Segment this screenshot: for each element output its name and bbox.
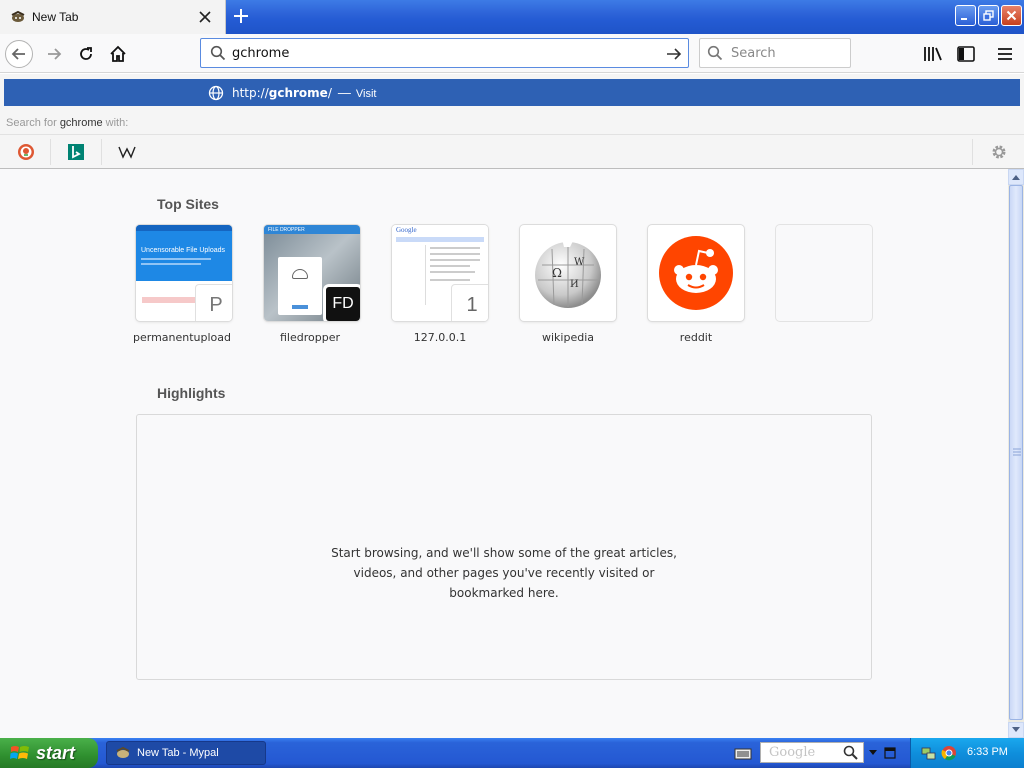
highlights-message: Start browsing, and we'll show some of t…	[137, 543, 871, 603]
suggestion-separator: —	[337, 85, 351, 100]
site-header: FILE DROPPER	[268, 227, 305, 233]
bing-icon[interactable]	[65, 141, 87, 163]
library-icon[interactable]	[922, 44, 944, 64]
top-site-label[interactable]: 127.0.0.1	[380, 331, 500, 344]
taskbar-item-label: New Tab - Mypal	[137, 747, 219, 759]
taskbar-search-text: Google	[769, 745, 816, 760]
home-button[interactable]	[104, 40, 132, 68]
one-off-search-engines	[0, 134, 1024, 168]
scroll-down-arrow-icon[interactable]	[1008, 722, 1024, 738]
url-autocomplete-popup: http://gchrome/ — Visit Search for gchro…	[0, 74, 1024, 169]
restore-icon[interactable]	[884, 747, 896, 759]
magnifier-icon[interactable]	[843, 745, 859, 761]
highlights-heading: Highlights	[157, 385, 226, 401]
scrollbar-thumb[interactable]	[1009, 185, 1023, 720]
forward-button[interactable]	[40, 40, 68, 68]
start-label: start	[36, 742, 76, 763]
highlights-message-line: bookmarked here.	[449, 586, 559, 600]
suggestion-url: http://gchrome/	[232, 85, 332, 100]
site-screenshot: Uncensorable File Uploads	[136, 225, 232, 281]
mypal-icon	[10, 9, 26, 25]
reload-button[interactable]	[72, 40, 100, 68]
site-headline: Uncensorable File Uploads	[141, 247, 226, 254]
tab-title: New Tab	[32, 10, 79, 24]
wikipedia-icon[interactable]	[116, 141, 138, 163]
empty-top-site-tile[interactable]	[776, 225, 872, 321]
top-site-label[interactable]: reddit	[636, 331, 756, 344]
search-bar[interactable]	[699, 38, 851, 68]
gear-icon[interactable]	[988, 141, 1010, 163]
globe-icon	[208, 85, 224, 100]
search-icon	[707, 45, 723, 61]
close-icon[interactable]	[197, 9, 213, 25]
dropdown-arrow-icon[interactable]	[868, 747, 878, 757]
chrome-icon[interactable]	[941, 745, 957, 761]
search-icon	[210, 45, 226, 61]
minimize-icon[interactable]	[955, 5, 976, 26]
keyboard-icon[interactable]	[734, 745, 752, 761]
suggestion-action: Visit	[355, 87, 377, 100]
top-site-label[interactable]: permanentupload	[122, 331, 242, 344]
divider	[972, 139, 973, 165]
sidebar-icon[interactable]	[955, 44, 977, 64]
top-site-tile[interactable]	[648, 225, 744, 321]
title-bar: New Tab	[0, 0, 1024, 34]
windows-logo-icon	[10, 746, 29, 759]
top-site-label[interactable]: wikipedia	[508, 331, 628, 344]
go-arrow-icon[interactable]	[665, 45, 683, 63]
top-site-tile[interactable]: Google 1	[392, 225, 488, 321]
scroll-up-arrow-icon[interactable]	[1008, 169, 1024, 185]
top-site-label[interactable]: filedropper	[250, 331, 370, 344]
top-site-tile[interactable]: FILE DROPPER FD	[264, 225, 360, 321]
vertical-scrollbar[interactable]	[1008, 169, 1024, 738]
search-for-label: Search for gchrome with:	[6, 117, 129, 129]
navigation-toolbar	[0, 34, 1024, 73]
restore-icon[interactable]	[978, 5, 999, 26]
plus-icon[interactable]	[230, 5, 252, 27]
clock: 6:33 PM	[967, 746, 1008, 758]
system-tray: 6:33 PM	[910, 738, 1024, 768]
windows-taskbar: start New Tab - Mypal Google 6:33 PM	[0, 738, 1024, 768]
start-button[interactable]: start	[0, 738, 98, 768]
top-sites-heading: Top Sites	[157, 196, 219, 212]
svg-text:Ω: Ω	[552, 266, 562, 280]
top-site-tile[interactable]: Uncensorable File Uploads P	[136, 225, 232, 321]
site-badge: FD	[326, 287, 360, 321]
new-tab-page: Top Sites Uncensorable File Uploads P pe…	[0, 169, 1008, 738]
highlights-message-line: videos, and other pages you've recently …	[353, 566, 655, 580]
network-icon[interactable]	[921, 745, 937, 761]
reddit-icon	[659, 236, 733, 310]
divider	[101, 139, 102, 165]
site-badge: P	[196, 285, 232, 321]
taskbar-item[interactable]: New Tab - Mypal	[106, 741, 266, 765]
url-input[interactable]	[232, 45, 652, 61]
highlights-message-line: Start browsing, and we'll show some of t…	[331, 546, 677, 560]
wikipedia-globe-icon: Ω W И	[535, 239, 601, 308]
autocomplete-suggestion[interactable]: http://gchrome/ — Visit	[4, 79, 1020, 106]
divider	[50, 139, 51, 165]
mypal-icon	[115, 745, 131, 761]
tab-new-tab[interactable]: New Tab	[0, 0, 226, 34]
site-logo-text: Google	[396, 226, 417, 234]
highlights-empty-state: Start browsing, and we'll show some of t…	[136, 414, 872, 680]
taskbar-search-box[interactable]: Google	[760, 742, 864, 763]
hamburger-menu-icon[interactable]	[995, 44, 1015, 64]
back-button[interactable]	[5, 40, 33, 68]
duckduckgo-icon[interactable]	[15, 141, 37, 163]
search-input[interactable]	[731, 45, 841, 61]
svg-text:И: И	[570, 279, 579, 290]
site-badge: 1	[452, 285, 488, 321]
top-site-tile[interactable]: Ω W И	[520, 225, 616, 321]
url-bar[interactable]	[200, 38, 689, 68]
svg-text:W: W	[574, 257, 585, 268]
close-window-icon[interactable]	[1001, 5, 1022, 26]
